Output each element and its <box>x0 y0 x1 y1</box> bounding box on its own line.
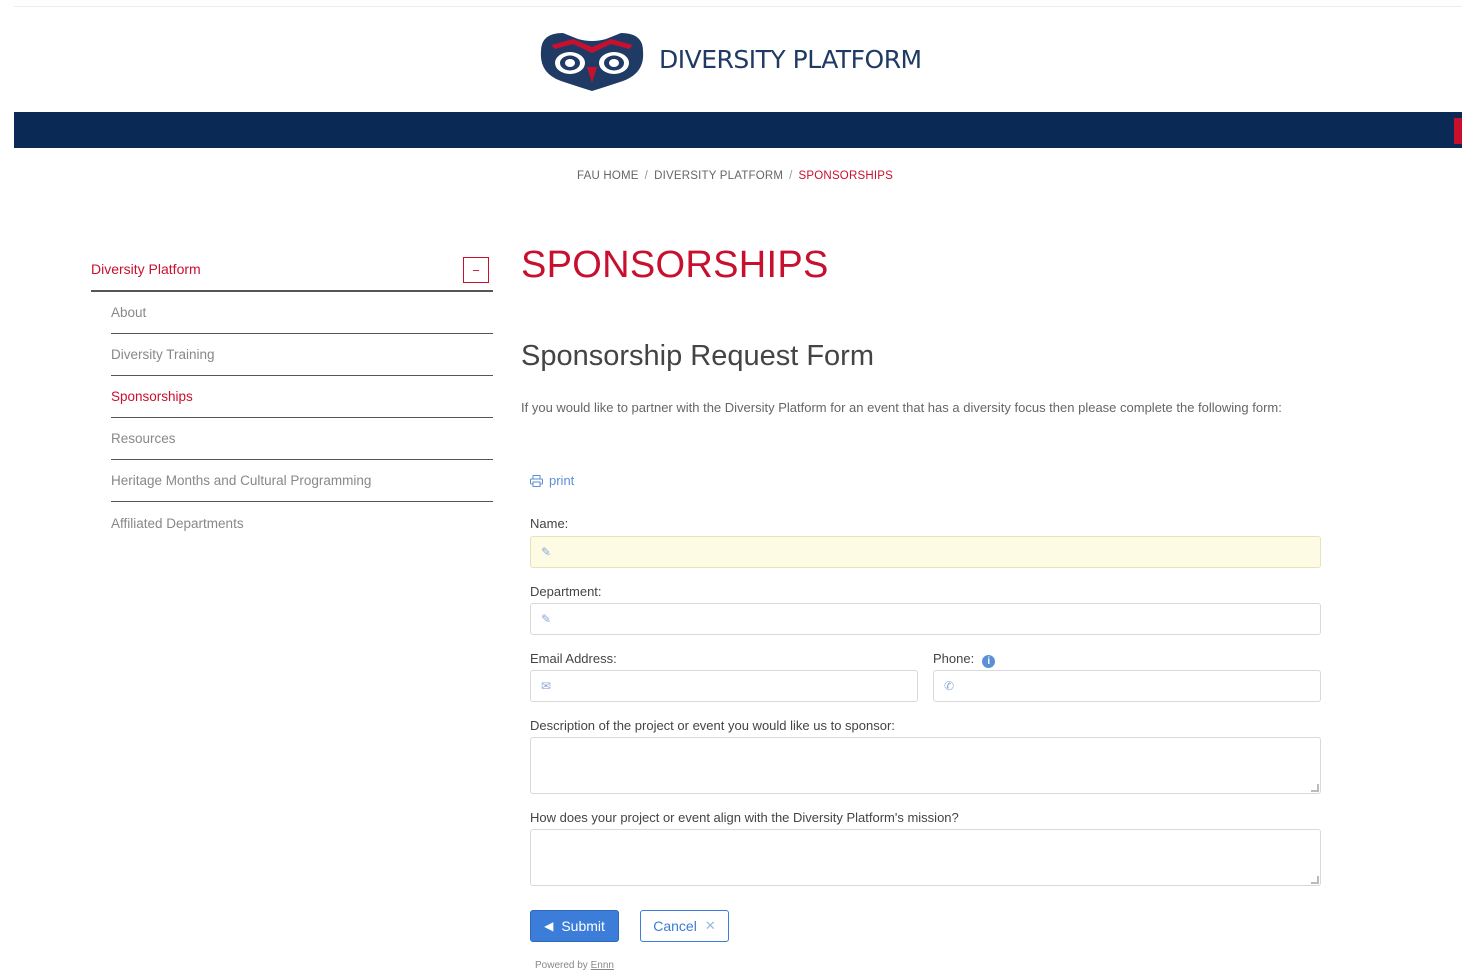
breadcrumb-current: SPONSORSHIPS <box>798 170 893 182</box>
owl-logo-icon <box>540 33 644 91</box>
department-label: Department: <box>530 584 602 599</box>
email-label: Email Address: <box>530 651 617 666</box>
envelope-icon: ✉ <box>541 679 552 693</box>
sidebar-nav: Diversity Platform − About Diversity Tra… <box>91 248 493 544</box>
edit-icon: ✎ <box>541 612 552 626</box>
description-textarea[interactable] <box>530 737 1321 794</box>
name-label: Name: <box>530 516 569 531</box>
close-icon: ✕ <box>704 918 716 933</box>
sidebar-item-sponsorships[interactable]: Sponsorships <box>111 376 493 418</box>
mission-textarea[interactable] <box>530 829 1321 886</box>
header-top-rule <box>14 6 1462 7</box>
submit-label: Submit <box>561 918 605 934</box>
site-title: DIVERSITY PLATFORM <box>659 44 922 74</box>
description-label: Description of the project or event you … <box>530 718 895 733</box>
email-field: ✉ <box>530 670 918 702</box>
form-intro-text: If you would like to partner with the Di… <box>521 400 1282 415</box>
megaphone-icon: ◀ <box>544 919 554 933</box>
cancel-button[interactable]: Cancel ✕ <box>640 910 729 942</box>
form-title: Sponsorship Request Form <box>521 340 874 372</box>
breadcrumb-diversity-platform[interactable]: DIVERSITY PLATFORM <box>654 170 783 182</box>
powered-prefix: Powered by <box>535 960 588 971</box>
sidebar-heading: Diversity Platform − <box>91 248 493 292</box>
collapse-toggle-icon[interactable]: − <box>463 257 489 283</box>
powered-by: Powered by Ennn <box>535 960 614 971</box>
email-input[interactable] <box>559 671 917 701</box>
edit-icon: ✎ <box>541 545 552 559</box>
name-input[interactable] <box>559 537 1320 567</box>
submit-button[interactable]: ◀ Submit <box>530 910 619 942</box>
name-field: ✎ <box>530 536 1321 568</box>
printer-icon <box>530 474 543 487</box>
phone-label: Phone: <box>933 651 975 666</box>
phone-icon: ✆ <box>944 679 955 693</box>
page-title: SPONSORSHIPS <box>521 244 829 286</box>
phone-field: ✆ <box>933 670 1321 702</box>
department-field: ✎ <box>530 603 1321 635</box>
site-logo[interactable]: DIVERSITY PLATFORM <box>533 24 922 94</box>
sidebar-item-resources[interactable]: Resources <box>111 418 493 460</box>
main-navbar <box>14 112 1462 148</box>
sidebar-item-diversity-training[interactable]: Diversity Training <box>111 334 493 376</box>
department-input[interactable] <box>559 604 1320 634</box>
resize-grip-icon[interactable] <box>1311 784 1319 792</box>
mission-label: How does your project or event align wit… <box>530 810 959 825</box>
sidebar-item-about[interactable]: About <box>111 292 493 334</box>
phone-label-wrap: Phone: i <box>933 651 996 668</box>
phone-input[interactable] <box>962 671 1320 701</box>
info-icon[interactable]: i <box>982 655 996 668</box>
breadcrumb-separator: / <box>644 170 649 182</box>
resize-grip-icon[interactable] <box>1311 876 1319 884</box>
sidebar-heading-link[interactable]: Diversity Platform <box>91 261 201 277</box>
cancel-label: Cancel <box>653 918 697 934</box>
navbar-edge-tab[interactable] <box>1454 118 1462 144</box>
print-label: print <box>549 473 575 488</box>
print-link[interactable]: print <box>530 473 574 488</box>
powered-link[interactable]: Ennn <box>591 960 614 971</box>
sidebar-item-affiliated-departments[interactable]: Affiliated Departments <box>111 502 493 544</box>
breadcrumb-fau-home[interactable]: FAU HOME <box>577 170 639 182</box>
sidebar-item-heritage-months[interactable]: Heritage Months and Cultural Programming <box>111 460 493 502</box>
breadcrumb-separator: / <box>789 170 793 182</box>
breadcrumb: FAU HOME / DIVERSITY PLATFORM / SPONSORSHIPS <box>0 170 1470 182</box>
